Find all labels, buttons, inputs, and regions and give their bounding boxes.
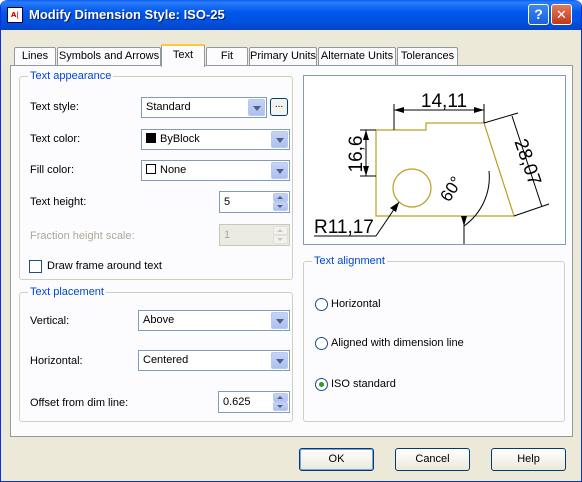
part-hole bbox=[392, 168, 432, 208]
text-style-label: Text style: bbox=[30, 101, 79, 113]
cancel-button[interactable]: Cancel bbox=[395, 448, 470, 471]
angle-dim-text: 60° bbox=[436, 173, 466, 205]
fill-color-swatch bbox=[146, 164, 156, 174]
spin-down-icon[interactable] bbox=[273, 202, 288, 211]
tab-tolerances[interactable]: Tolerances bbox=[397, 47, 458, 66]
ok-button[interactable]: OK bbox=[299, 448, 374, 471]
chevron-down-icon[interactable] bbox=[248, 99, 265, 116]
text-height-label: Text height: bbox=[30, 196, 87, 208]
text-color-label: Text color: bbox=[30, 133, 81, 145]
fraction-height-scale-input[interactable]: 1 bbox=[219, 224, 290, 246]
text-color-value: ByBlock bbox=[160, 133, 200, 145]
tab-alternate-units[interactable]: Alternate Units bbox=[318, 47, 396, 66]
close-button[interactable]: ✕ bbox=[551, 4, 572, 25]
text-alignment-title: Text alignment bbox=[312, 255, 387, 267]
fill-color-label: Fill color: bbox=[30, 164, 75, 176]
arrow-icon bbox=[390, 202, 399, 212]
radio-iso-standard[interactable] bbox=[315, 378, 328, 391]
top-dim-text: 14,11 bbox=[421, 91, 467, 112]
text-placement-title: Text placement bbox=[28, 286, 106, 298]
vertical-label: Vertical: bbox=[30, 315, 70, 327]
spin-down-icon[interactable] bbox=[273, 235, 288, 244]
text-appearance-title: Text appearance bbox=[28, 70, 114, 82]
fill-color-select[interactable]: None bbox=[141, 160, 290, 181]
tab-text[interactable]: Text bbox=[161, 44, 205, 67]
spin-up-icon[interactable] bbox=[273, 226, 288, 235]
radio-horizontal[interactable] bbox=[315, 298, 328, 311]
tab-panel-text: Text appearance Text style: Standard ...… bbox=[10, 65, 573, 437]
right-ext-bottom bbox=[513, 203, 550, 217]
title-bar[interactable]: A| Modify Dimension Style: ISO-25 ? ✕ bbox=[1, 0, 581, 30]
offset-value: 0.625 bbox=[223, 396, 251, 408]
spin-up-icon[interactable] bbox=[273, 393, 288, 402]
dimension-preview: 14,11 16,6 28,07 60° R11,17 bbox=[303, 75, 566, 245]
text-style-browse-button[interactable]: ... bbox=[270, 98, 288, 116]
text-color-swatch bbox=[146, 133, 156, 143]
spin-up-icon[interactable] bbox=[273, 193, 288, 202]
preview-drawing: 14,11 16,6 28,07 60° R11,17 bbox=[314, 91, 550, 244]
chevron-down-icon[interactable] bbox=[271, 312, 288, 329]
horizontal-select[interactable]: Centered bbox=[138, 350, 290, 371]
right-dim-text: 28,07 bbox=[510, 136, 545, 188]
radio-iso-standard-label[interactable]: ISO standard bbox=[331, 378, 396, 390]
window-title: Modify Dimension Style: ISO-25 bbox=[29, 7, 225, 22]
chevron-down-icon[interactable] bbox=[271, 352, 288, 369]
radio-horizontal-label[interactable]: Horizontal bbox=[331, 298, 381, 310]
horizontal-value: Centered bbox=[143, 354, 189, 366]
radius-dim-text: R11,17 bbox=[314, 217, 374, 238]
offset-label: Offset from dim line: bbox=[30, 397, 129, 409]
vertical-value: Above bbox=[143, 314, 175, 326]
angle-arc bbox=[463, 170, 490, 227]
text-color-select[interactable]: ByBlock bbox=[141, 129, 290, 150]
help-button[interactable]: Help bbox=[491, 448, 566, 471]
offset-input[interactable]: 0.625 bbox=[218, 391, 290, 413]
text-height-input[interactable]: 5 bbox=[219, 191, 290, 213]
fill-color-value: None bbox=[160, 164, 187, 176]
draw-frame-checkbox[interactable] bbox=[29, 260, 42, 273]
arrow-right-icon bbox=[474, 107, 484, 113]
chevron-down-icon[interactable] bbox=[271, 162, 288, 179]
text-height-value: 5 bbox=[224, 196, 231, 208]
text-alignment-group: Text alignment Horizontal Aligned with d… bbox=[303, 255, 565, 422]
radio-aligned[interactable] bbox=[315, 337, 328, 350]
arrow-left-icon bbox=[394, 107, 404, 113]
text-style-select[interactable]: Standard bbox=[141, 97, 267, 118]
text-placement-group: Text placement Vertical: Above Horizonta… bbox=[19, 286, 293, 422]
tab-primary-units[interactable]: Primary Units bbox=[249, 47, 317, 66]
draw-frame-label[interactable]: Draw frame around text bbox=[47, 260, 162, 272]
horizontal-label: Horizontal: bbox=[30, 355, 83, 367]
fraction-height-scale-label: Fraction height scale: bbox=[30, 230, 135, 242]
vertical-select[interactable]: Above bbox=[138, 310, 290, 331]
tab-lines[interactable]: Lines bbox=[14, 47, 56, 66]
text-style-value: Standard bbox=[146, 101, 191, 113]
radio-aligned-label[interactable]: Aligned with dimension line bbox=[331, 337, 464, 349]
part-outline bbox=[375, 122, 515, 217]
spin-down-icon[interactable] bbox=[273, 402, 288, 411]
text-appearance-group: Text appearance Text style: Standard ...… bbox=[19, 70, 293, 280]
app-icon: A| bbox=[7, 7, 23, 23]
help-title-button[interactable]: ? bbox=[528, 4, 549, 25]
dialog-window: A| Modify Dimension Style: ISO-25 ? ✕ Li… bbox=[0, 0, 582, 482]
tab-symbols-and-arrows[interactable]: Symbols and Arrows bbox=[57, 47, 161, 66]
left-dim-text: 16,6 bbox=[346, 136, 367, 173]
tab-fit[interactable]: Fit bbox=[206, 47, 248, 66]
chevron-down-icon[interactable] bbox=[271, 131, 288, 148]
fraction-height-scale-value: 1 bbox=[224, 229, 231, 241]
